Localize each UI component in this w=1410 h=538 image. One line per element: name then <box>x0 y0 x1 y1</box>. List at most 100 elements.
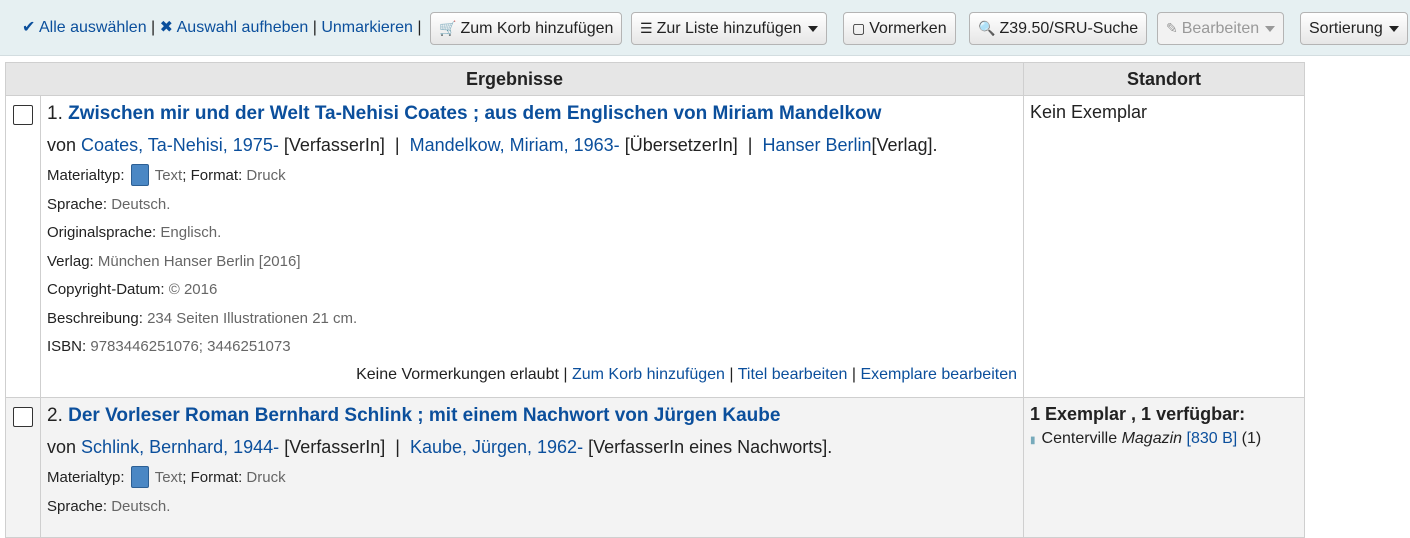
field-label: Sprache: <box>47 497 108 515</box>
field-label: Materialtyp: <box>47 469 125 486</box>
book-icon <box>130 466 149 488</box>
location-text: Kein Exemplar <box>1030 102 1148 122</box>
author-role: [VerfasserIn] <box>284 437 386 457</box>
z3950-search-button[interactable]: 🔍 Z39.50/SRU-Suche <box>969 12 1148 45</box>
add-to-list-button[interactable]: ☰ Zur Liste hinzufügen <box>631 12 827 45</box>
author-link[interactable]: Hanser Berlin <box>762 135 871 155</box>
add-to-cart-button[interactable]: 🛒 Zum Korb hinzufügen <box>430 12 623 45</box>
edit-title-link[interactable]: Titel bearbeiten <box>738 366 848 383</box>
field-value: Druck <box>246 469 286 486</box>
field-value: Deutsch. <box>111 497 171 515</box>
material-type-field: Materialtyp: Text; Format: Druck <box>47 464 1023 493</box>
result-title: 2. Der Vorleser Roman Bernhard Schlink ;… <box>47 402 1023 430</box>
result-details: 2. Der Vorleser Roman Bernhard Schlink ;… <box>40 397 1024 538</box>
author-role: [VerfasserIn eines Nachworts]. <box>588 437 833 457</box>
clear-all-label: Auswahl aufheben <box>176 19 309 36</box>
by-label: von <box>47 135 77 155</box>
select-checkbox[interactable] <box>13 105 33 125</box>
field-value: Text <box>154 469 183 486</box>
result-details: 1. Zwischen mir und der Welt Ta-Nehisi C… <box>40 95 1024 398</box>
select-all-link[interactable]: ✔ Alle auswählen <box>22 19 147 36</box>
author-role: [VerfasserIn] <box>283 135 385 155</box>
selection-links: ✔ Alle auswählen | ✖ Auswahl aufheben | … <box>22 17 422 37</box>
place-hold-label: Vormerken <box>869 19 947 37</box>
bullet-icon: ▮ <box>1030 435 1036 446</box>
title-link[interactable]: Zwischen mir und der Welt Ta-Nehisi Coat… <box>68 103 881 124</box>
caret-down-icon <box>807 25 818 32</box>
title-link[interactable]: Der Vorleser Roman Bernhard Schlink ; mi… <box>68 405 780 426</box>
unmark-link[interactable]: Unmarkieren <box>321 19 413 36</box>
pencil-icon: ✎ <box>1166 20 1178 36</box>
field-value: München Hanser Berlin [2016] <box>97 252 301 270</box>
language-field: Sprache: Deutsch. <box>47 493 1023 522</box>
separator: | <box>417 19 422 36</box>
field-value: Text <box>154 167 183 184</box>
edit-items-link[interactable]: Exemplare bearbeiten <box>860 366 1017 383</box>
select-cell <box>5 397 41 538</box>
add-to-list-label: Zur Liste hinzufügen <box>656 19 802 37</box>
description-field: Beschreibung: 234 Seiten Illustrationen … <box>47 305 1023 334</box>
language-field: Sprache: Deutsch. <box>47 191 1023 220</box>
edit-button[interactable]: ✎ Bearbeiten <box>1157 12 1285 45</box>
no-holds-text: Keine Vormerkungen erlaubt <box>356 365 559 383</box>
author-link[interactable]: Coates, Ta-Nehisi, 1975- <box>81 135 279 155</box>
original-language-field: Originalsprache: Englisch. <box>47 219 1023 248</box>
field-label: Format: <box>190 167 243 184</box>
result-number: 1. <box>47 103 63 124</box>
location-cell: 1 Exemplar , 1 verfügbar: ▮ Centerville M… <box>1023 397 1305 538</box>
author-link[interactable]: Kaube, Jürgen, 1962- <box>410 437 583 457</box>
material-type-field: Materialtyp: Text; Format: Druck <box>47 162 1023 191</box>
cart-icon: 🛒 <box>439 20 457 36</box>
sticky-note-icon: ▢ <box>852 20 866 36</box>
separator: | <box>312 19 317 36</box>
author-role: [ÜbersetzerIn] <box>624 135 738 155</box>
header-results: Ergebnisse <box>5 62 1024 96</box>
shelving-location: Magazin <box>1121 430 1183 447</box>
caret-down-icon <box>1388 25 1399 32</box>
callnumber-link[interactable]: [830 B] <box>1187 430 1238 447</box>
holding-item: ▮ Centerville Magazin [830 B] (1) <box>1030 426 1304 454</box>
clear-all-link[interactable]: ✖ Auswahl aufheben <box>160 19 309 36</box>
author-link[interactable]: Mandelkow, Miriam, 1963- <box>410 135 620 155</box>
search-icon: 🔍 <box>978 20 996 36</box>
place-hold-button[interactable]: ▢ Vormerken <box>843 12 956 45</box>
field-value: 234 Seiten Illustrationen 21 cm. <box>147 309 358 327</box>
field-label: Sprache: <box>47 195 108 213</box>
sort-button[interactable]: Sortierung <box>1300 12 1408 45</box>
add-to-cart-label: Zum Korb hinzufügen <box>460 19 614 37</box>
check-icon: ✔ <box>22 19 36 36</box>
field-value: Druck <box>246 167 286 184</box>
list-icon: ☰ <box>640 20 653 36</box>
field-label: Format: <box>190 469 243 486</box>
field-label: Verlag: <box>47 252 94 270</box>
edit-label: Bearbeiten <box>1181 19 1260 37</box>
field-label: ISBN: <box>47 338 87 355</box>
branch-name: Centerville <box>1041 430 1118 447</box>
availability-text: 1 Exemplar , 1 verfügbar: <box>1030 404 1246 424</box>
field-value: Deutsch. <box>111 195 171 213</box>
sort-label: Sortierung <box>1309 19 1383 37</box>
item-count: (1) <box>1241 430 1262 447</box>
z3950-label: Z39.50/SRU-Suche <box>999 19 1139 37</box>
field-label: Beschreibung: <box>47 309 143 327</box>
add-to-cart-link[interactable]: Zum Korb hinzufügen <box>572 366 725 383</box>
separator: | <box>151 19 156 36</box>
publisher-field: Verlag: München Hanser Berlin [2016] <box>47 248 1023 277</box>
table-row: 2. Der Vorleser Roman Bernhard Schlink ;… <box>5 397 1305 538</box>
by-label: von <box>47 437 77 457</box>
remove-icon: ✖ <box>159 19 174 36</box>
header-location: Standort <box>1023 62 1305 96</box>
select-checkbox[interactable] <box>13 407 33 427</box>
result-authors: von Schlink, Bernhard, 1944- [VerfasserI… <box>47 437 833 457</box>
table-row: 1. Zwischen mir und der Welt Ta-Nehisi C… <box>5 95 1305 398</box>
results-toolbar: ✔ Alle auswählen | ✖ Auswahl aufheben | … <box>0 0 1410 56</box>
result-number: 2. <box>47 405 63 426</box>
caret-down-icon <box>1265 25 1276 32</box>
author-role: [Verlag]. <box>871 135 938 155</box>
field-label: Originalsprache: <box>47 224 157 241</box>
field-label: Materialtyp: <box>47 167 125 184</box>
book-icon <box>130 164 149 186</box>
results-table: Ergebnisse Standort 1. Zwischen mir und … <box>5 62 1305 538</box>
author-link[interactable]: Schlink, Bernhard, 1944- <box>81 437 279 457</box>
location-cell: Kein Exemplar <box>1023 95 1305 398</box>
